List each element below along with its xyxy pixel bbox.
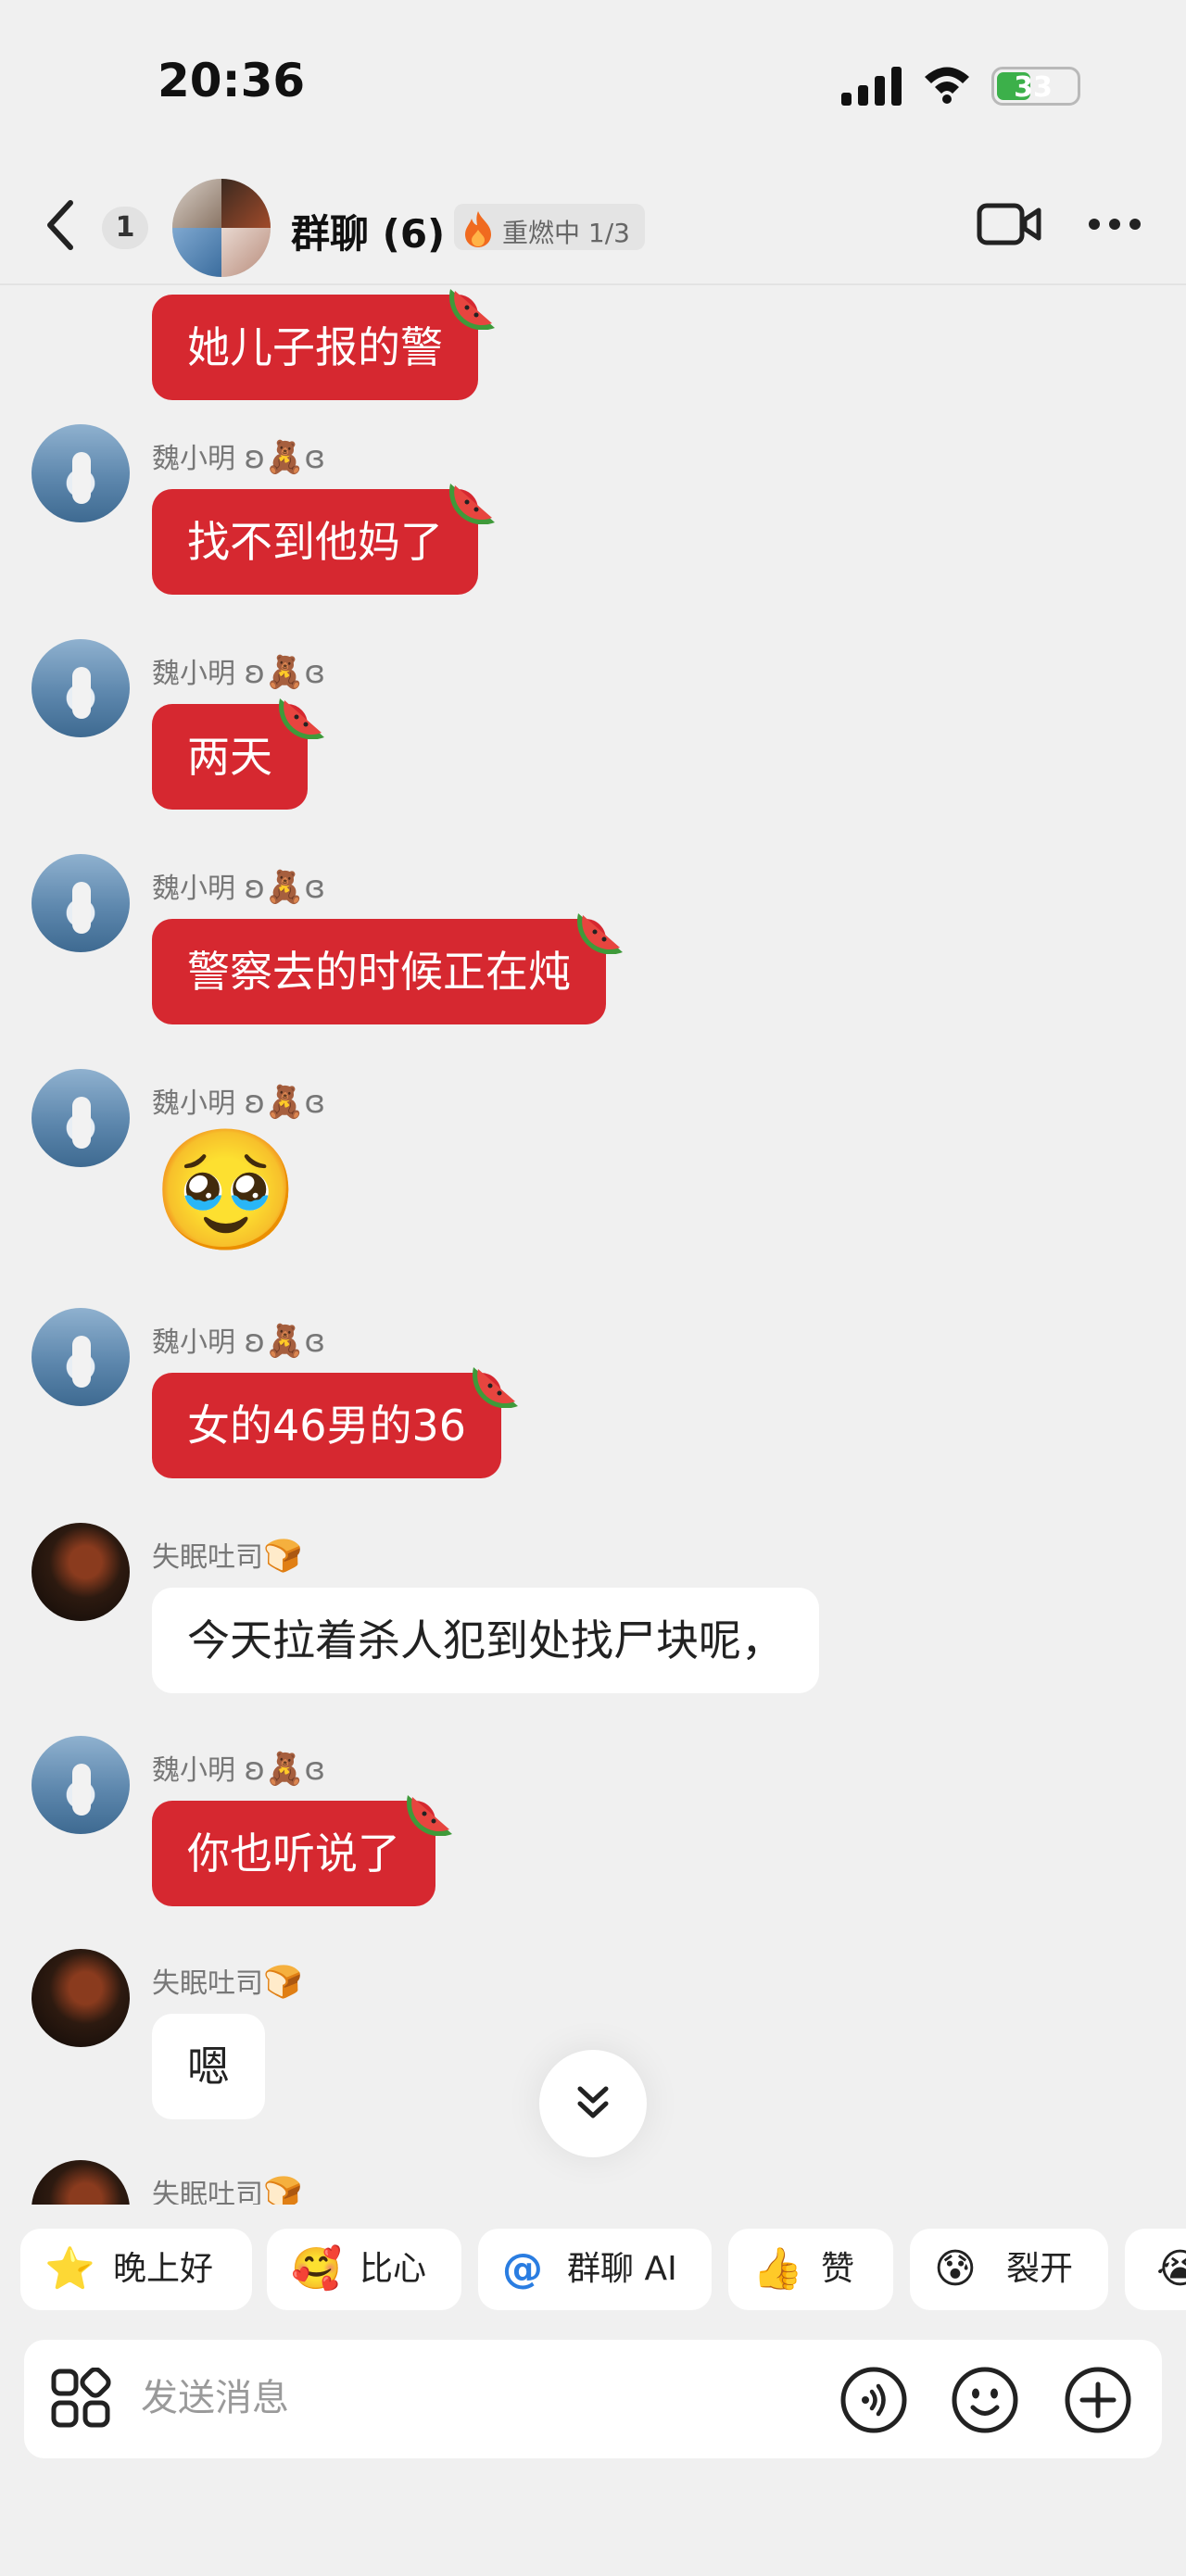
quick-reply-chip[interactable]: @ 群聊 AI xyxy=(478,2229,712,2310)
battery-level: 33 xyxy=(1014,71,1053,104)
sender-name: 魏小明 ʚ🧸ɞ xyxy=(152,1323,326,1360)
quick-reply-chip[interactable]: 👍 赞 xyxy=(728,2229,893,2310)
message-bubble[interactable]: 她儿子报的警 xyxy=(152,289,495,400)
chip-label: 群聊 AI xyxy=(567,2250,677,2288)
streak-badge[interactable]: 重燃中 1/3 xyxy=(454,204,645,250)
group-avatar[interactable] xyxy=(172,179,271,277)
wifi-icon xyxy=(925,67,969,104)
message-text: 两天 xyxy=(187,732,272,782)
star-icon: ⭐ xyxy=(44,2245,95,2293)
watermelon-icon xyxy=(449,289,495,330)
voice-icon[interactable] xyxy=(839,2366,908,2434)
quick-reply-chip[interactable]: 😭 xyxy=(1125,2229,1186,2310)
message-text: 今天拉着杀人犯到处找尸块呢， xyxy=(187,1615,784,1665)
apps-grid-icon[interactable] xyxy=(50,2368,111,2429)
streak-text: 重燃中 1/3 xyxy=(502,218,630,248)
back-arrow-icon[interactable] xyxy=(41,199,82,251)
message-input[interactable] xyxy=(141,2368,697,2429)
watermelon-icon xyxy=(279,698,324,739)
chip-label: 晚上好 xyxy=(113,2250,214,2288)
message-text: 嗯 xyxy=(187,2042,230,2092)
anxious-face-icon: 😰 xyxy=(934,2245,977,2293)
sender-name: 魏小明 ʚ🧸ɞ xyxy=(152,439,326,476)
group-title[interactable]: 群聊 (6) xyxy=(291,203,445,259)
sender-name: 失眠吐司🍞 xyxy=(152,1538,303,1575)
avatar[interactable] xyxy=(32,424,130,522)
crying-face-icon: 😭 xyxy=(1156,2245,1186,2293)
message-bubble[interactable]: 警察去的时候正在炖 xyxy=(152,913,623,1024)
sender-badge: ʚ🧸ɞ xyxy=(244,1084,326,1121)
chat-header: 1 群聊 (6) 重燃中 1/3 xyxy=(0,162,1186,284)
sender-badge: ʚ🧸ɞ xyxy=(244,439,326,476)
message-text: 找不到他妈了 xyxy=(187,517,443,567)
sender-name: 魏小明 ʚ🧸ɞ xyxy=(152,1751,326,1788)
sender-badge: 🍞 xyxy=(263,2175,303,2205)
scroll-to-bottom-button[interactable] xyxy=(539,2050,647,2157)
quick-reply-bar: ⭐ 晚上好 🥰 比心 @ 群聊 AI 👍 赞 😰 裂开 😭 xyxy=(0,2229,1186,2312)
sender-badge: 🍞 xyxy=(263,1538,303,1575)
unread-badge: 1 xyxy=(102,207,148,249)
watermelon-icon xyxy=(473,1367,519,1408)
chip-label: 裂开 xyxy=(1006,2250,1074,2288)
quick-reply-chip[interactable]: ⭐ 晚上好 xyxy=(20,2229,252,2310)
flame-icon xyxy=(465,211,491,247)
avatar[interactable] xyxy=(32,639,130,737)
sender-name: 魏小明 ʚ🧸ɞ xyxy=(152,869,326,906)
avatar[interactable] xyxy=(32,1736,130,1834)
avatar[interactable] xyxy=(32,1523,130,1621)
battery-indicator: 33 xyxy=(991,67,1080,106)
quick-reply-chip[interactable]: 😰 裂开 xyxy=(910,2229,1108,2310)
avatar[interactable] xyxy=(32,1308,130,1406)
message-bubble[interactable]: 女的46男的36 xyxy=(152,1367,519,1478)
pleading-face-emoji[interactable]: 🥹 xyxy=(152,1126,299,1256)
sender-name: 失眠吐司🍞 xyxy=(152,2171,302,2205)
avatar[interactable] xyxy=(32,2160,130,2205)
message-bubble[interactable]: 你也听说了 xyxy=(152,1795,452,1906)
message-input-bar xyxy=(24,2340,1162,2458)
sender-badge: ʚ🧸ɞ xyxy=(244,869,326,906)
video-call-icon[interactable] xyxy=(977,201,1041,247)
status-time: 20:36 xyxy=(158,54,306,107)
avatar[interactable] xyxy=(32,854,130,952)
watermelon-icon xyxy=(577,913,623,954)
chip-label: 比心 xyxy=(360,2250,427,2288)
sender-badge: 🍞 xyxy=(263,1964,303,2001)
sender-badge: ʚ🧸ɞ xyxy=(244,1751,326,1788)
message-text: 她儿子报的警 xyxy=(187,322,443,372)
sender-name: 魏小明 ʚ🧸ɞ xyxy=(152,1084,326,1121)
watermelon-icon xyxy=(449,484,495,524)
add-icon[interactable] xyxy=(1064,2366,1132,2434)
thumbs-up-icon: 👍 xyxy=(752,2245,803,2293)
watermelon-icon xyxy=(407,1795,452,1836)
sender-badge: ʚ🧸ɞ xyxy=(244,1323,326,1360)
more-options-icon[interactable] xyxy=(1088,218,1142,231)
message-bubble[interactable]: 两天 xyxy=(152,698,324,810)
sender-name: 失眠吐司🍞 xyxy=(152,1964,303,2001)
message-bubble[interactable]: 找不到他妈了 xyxy=(152,484,495,595)
message-text: 警察去的时候正在炖 xyxy=(187,947,571,997)
heart-face-icon: 🥰 xyxy=(291,2245,342,2293)
chip-label: 赞 xyxy=(821,2250,855,2288)
message-bubble[interactable]: 嗯 xyxy=(152,2014,265,2119)
message-bubble[interactable]: 今天拉着杀人犯到处找尸块呢， xyxy=(152,1588,819,1693)
message-text: 女的46男的36 xyxy=(187,1401,467,1451)
message-text: 你也听说了 xyxy=(187,1828,400,1879)
quick-reply-chip[interactable]: 🥰 比心 xyxy=(267,2229,461,2310)
avatar[interactable] xyxy=(32,1069,130,1167)
emoji-icon[interactable] xyxy=(951,2366,1019,2434)
signal-icon xyxy=(841,67,902,106)
message-list[interactable]: 她儿子报的警 魏小明 ʚ🧸ɞ 找不到他妈了 魏小明 ʚ🧸ɞ 两天 魏小明 ʚ🧸ɞ… xyxy=(0,285,1186,2205)
double-chevron-down-icon xyxy=(577,2086,609,2118)
avatar[interactable] xyxy=(32,1949,130,2047)
at-icon: @ xyxy=(502,2245,543,2293)
